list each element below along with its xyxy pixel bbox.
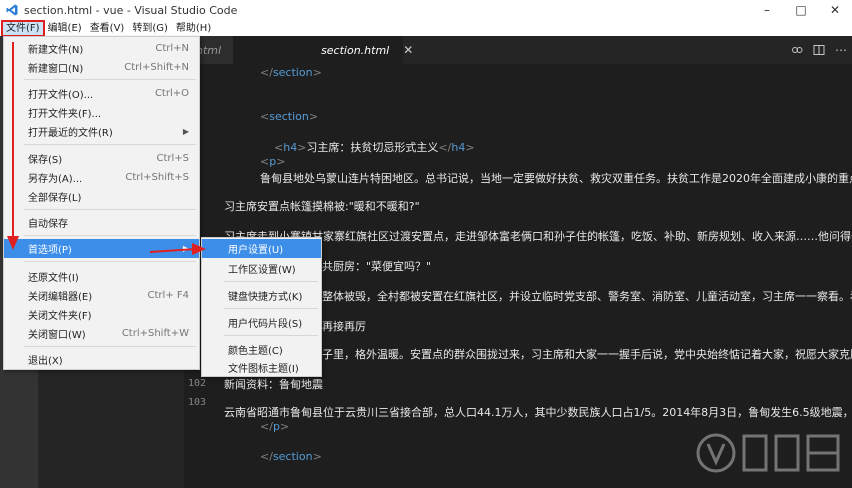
separator [24,261,196,262]
code-line: 共厨房："菜便宜吗？" [322,260,432,273]
code-line: 习主席安置点帐篷摸棉被:"暖和不暖和?" [224,200,420,213]
menu-item-close-editor[interactable]: 关闭编辑器(E) Ctrl+ F4 [4,286,199,305]
menu-file[interactable]: 文件(F) [1,19,45,37]
watermark-logo [696,433,840,473]
separator [24,79,196,80]
menu-bar: 文件(F) 编辑(E) 查看(V) 转到(G) 帮助(H) [0,19,852,37]
separator [224,308,318,309]
close-window-button[interactable]: ✕ [818,0,852,20]
code-line: <h4>习主席：扶贫切忌形式主义</h4> [274,141,475,154]
title-bar: section.html - vue - Visual Studio Code … [0,0,852,20]
menu-item-close-window[interactable]: 关闭窗口(W) Ctrl+Shift+W [4,324,199,343]
menu-item-open-folder[interactable]: 打开文件夹(F)... [4,103,199,122]
minimize-icon: – [764,3,770,17]
code-line: <section> [260,110,319,123]
close-icon: ✕ [829,3,841,17]
menu-item-preferences[interactable]: 首选项(P) ▶ [4,239,199,258]
submenu-item-file-icon-theme[interactable]: 文件图标主题(I) [202,358,321,377]
menu-item-revert-file[interactable]: 还原文件(I) [4,267,199,286]
submenu-item-workspace-settings[interactable]: 工作区设置(W) [202,259,321,278]
submenu-item-color-theme[interactable]: 颜色主题(C) [202,340,321,359]
separator [224,335,318,336]
preferences-submenu: 用户设置(U) 工作区设置(W) 键盘快捷方式(K) 用户代码片段(S) 颜色主… [201,237,322,377]
tab-section-html[interactable]: section.html ✕ [233,36,413,64]
code-line: 子里，格外温暖。安置点的群众围拢过来，习主席和大家一一握手后说，党中央始终惦记着… [322,348,852,361]
vscode-logo-icon [6,4,18,16]
separator [24,346,196,347]
menu-item-new-window[interactable]: 新建窗口(N) Ctrl+Shift+N [4,58,199,77]
separator [24,209,196,210]
open-changes-icon[interactable] [786,36,808,64]
separator [24,144,196,145]
submenu-item-user-snippets[interactable]: 用户代码片段(S) [202,313,321,332]
separator [224,281,318,282]
tab-label: section.html [321,43,390,57]
menu-item-open-recent[interactable]: 打开最近的文件(R) ▶ [4,122,199,141]
menu-help[interactable]: 帮助(H) [172,21,215,36]
menu-item-open-file[interactable]: 打开文件(O)... Ctrl+O [4,84,199,103]
submenu-item-keyboard-shortcuts[interactable]: 键盘快捷方式(K) [202,286,321,305]
menu-edit[interactable]: 编辑(E) [44,21,86,36]
maximize-icon: □ [795,3,807,17]
menu-item-save[interactable]: 保存(S) Ctrl+S [4,149,199,168]
menu-item-auto-save[interactable]: 自动保存 [4,213,199,232]
menu-item-new-file[interactable]: 新建文件(N) Ctrl+N [4,39,199,58]
menu-item-exit[interactable]: 退出(X) [4,350,199,369]
code-line: </p> [260,420,290,433]
tab-bar: html section.html ✕ ⋯ [184,36,852,64]
menu-item-close-folder[interactable]: 关闭文件夹(F) [4,305,199,324]
code-line: 整体被毁，全村都被安置在红旗社区，并设立临时党支部、警务室、消防室、儿童活动室，… [322,290,852,303]
separator [24,235,196,236]
chevron-right-icon: ▶ [182,244,189,253]
menu-item-save-all[interactable]: 全部保存(L) [4,187,199,206]
code-line: 云南省昭通市鲁甸县位于云贵川三省接合部，总人口44.1万人，其中少数民族人口占1… [224,406,852,419]
minimize-button[interactable]: – [750,0,784,20]
split-editor-icon[interactable] [808,36,830,64]
window-title: section.html - vue - Visual Studio Code [24,3,238,17]
more-actions-icon[interactable]: ⋯ [830,36,852,64]
code-line: </section> [260,66,322,79]
line-number: 102 [187,378,206,389]
code-line: 新闻资料：鲁甸地震 [224,378,323,391]
code-line: <p> [260,155,286,168]
code-line: 再接再厉 [322,320,366,333]
menu-item-save-as[interactable]: 另存为(A)... Ctrl+Shift+S [4,168,199,187]
code-line: 鲁甸县地处乌蒙山连片特困地区。总书记说，当地一定要做好扶贫、救灾双重任务。扶贫工… [260,172,852,185]
code-line: </section> [260,450,322,463]
maximize-button[interactable]: □ [784,0,818,20]
submenu-item-user-settings[interactable]: 用户设置(U) [202,239,321,258]
file-menu: 新建文件(N) Ctrl+N 新建窗口(N) Ctrl+Shift+N 打开文件(O… [3,36,200,370]
chevron-right-icon: ▶ [182,127,189,136]
menu-goto[interactable]: 转到(G) [128,21,172,36]
menu-view[interactable]: 查看(V) [86,21,129,36]
line-number: 103 [187,397,206,408]
